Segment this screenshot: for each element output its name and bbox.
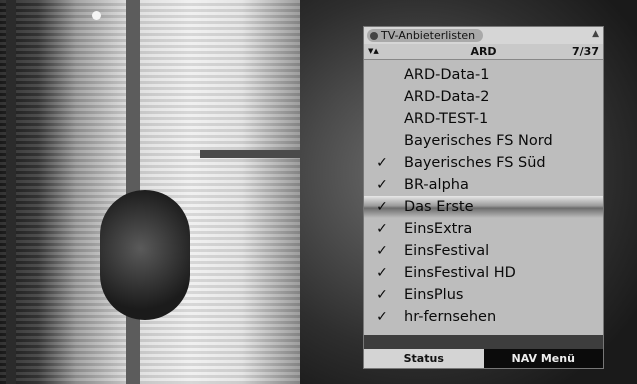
channel-item[interactable]: ARD-TEST-1 — [364, 108, 603, 130]
channel-item[interactable]: ✓ EinsFestival — [364, 240, 603, 262]
channel-item[interactable]: ✓ hr-fernsehen — [364, 306, 603, 328]
channel-label: Das Erste — [404, 199, 474, 215]
nav-menu-softkey[interactable]: NAV Menü — [483, 349, 603, 368]
tv-screen: TV-Anbieterlisten ▲ ▼▲ ARD 7/37 ARD-Data… — [0, 0, 637, 384]
category-bar: ▼▲ ARD 7/37 — [364, 44, 603, 60]
checkmark-icon: ✓ — [376, 265, 388, 281]
channel-label: hr-fernsehen — [404, 309, 497, 325]
channel-label: EinsFestival — [404, 243, 490, 259]
disc-icon — [370, 31, 378, 40]
channel-label: EinsFestival HD — [404, 265, 516, 281]
title-pill: TV-Anbieterlisten — [367, 29, 484, 42]
channel-item[interactable]: ARD-Data-1 — [364, 64, 603, 86]
checkmark-icon: ✓ — [376, 221, 388, 237]
channel-item[interactable]: ✓ EinsExtra — [364, 218, 603, 240]
checkmark-icon: ✓ — [376, 199, 388, 215]
channel-label: Bayerisches FS Nord — [404, 133, 553, 149]
channel-label: EinsPlus — [404, 287, 464, 303]
background-light — [92, 11, 101, 20]
checkmark-icon: ✓ — [376, 287, 388, 303]
status-softkey[interactable]: Status — [364, 349, 484, 368]
channel-item[interactable]: ✓ EinsPlus — [364, 284, 603, 306]
checkmark-icon: ✓ — [376, 155, 388, 171]
checkmark-icon: ✓ — [376, 309, 388, 325]
channel-item[interactable]: ARD-Data-2 — [364, 86, 603, 108]
channel-list-panel: TV-Anbieterlisten ▲ ▼▲ ARD 7/37 ARD-Data… — [363, 26, 604, 369]
position-counter: 7/37 — [572, 45, 599, 58]
category-label: ARD — [470, 45, 497, 58]
background-object — [100, 190, 190, 320]
background-pillar — [6, 0, 16, 384]
channel-label: EinsExtra — [404, 221, 473, 237]
channel-label: ARD-Data-2 — [404, 89, 490, 105]
title-bar: TV-Anbieterlisten ▲ — [364, 27, 603, 44]
softkey-bar: Status NAV Menü — [364, 349, 603, 368]
channel-label: ARD-Data-1 — [404, 67, 490, 83]
panel-title: TV-Anbieterlisten — [381, 29, 476, 42]
channel-item[interactable]: ✓ EinsFestival HD — [364, 262, 603, 284]
checkmark-icon: ✓ — [376, 243, 388, 259]
up-arrow-icon: ▲ — [592, 29, 599, 39]
checkmark-icon: ✓ — [376, 177, 388, 193]
channel-item[interactable]: Bayerisches FS Nord — [364, 130, 603, 152]
channel-item-selected[interactable]: ✓ Das Erste — [364, 196, 603, 218]
channel-list: ARD-Data-1 ARD-Data-2 ARD-TEST-1 Bayerische… — [364, 64, 603, 328]
channel-item[interactable]: ✓ BR-alpha — [364, 174, 603, 196]
channel-label: Bayerisches FS Süd — [404, 155, 546, 171]
list-footer-strip — [364, 335, 603, 349]
channel-item[interactable]: ✓ Bayerisches FS Süd — [364, 152, 603, 174]
channel-label: BR-alpha — [404, 177, 469, 193]
channel-label: ARD-TEST-1 — [404, 111, 489, 127]
